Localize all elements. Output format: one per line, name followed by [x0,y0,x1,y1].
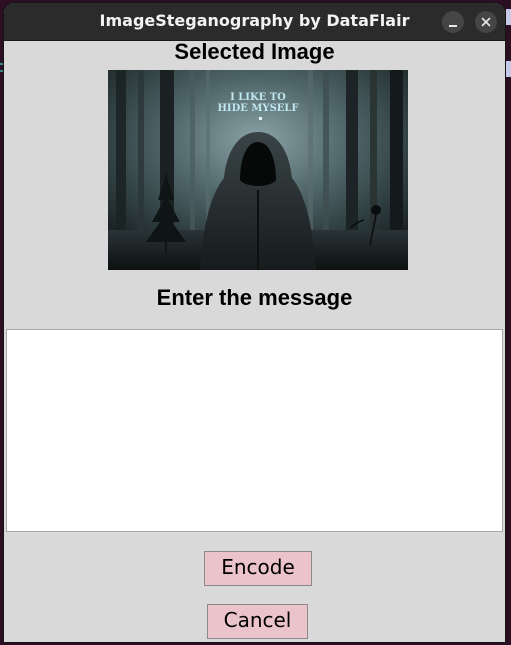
desktop-window-marker [506,9,511,25]
title-bar[interactable]: ImageSteganography by DataFlair [4,3,505,41]
app-window: ImageSteganography by DataFlair Selected… [4,3,505,642]
selected-image: I LIKE TO HIDE MYSELF [108,70,408,270]
encode-button[interactable]: Encode [204,551,312,586]
minimize-icon [449,25,457,27]
hooded-figure-forest-image: I LIKE TO HIDE MYSELF [108,70,408,270]
message-input[interactable] [6,329,503,532]
desktop-background: ImageSteganography by DataFlair Selected… [0,0,511,645]
selected-image-heading: Selected Image [174,39,335,64]
minimize-button[interactable] [442,11,464,33]
close-icon [481,17,491,27]
enter-message-heading: Enter the message [156,285,353,310]
image-caption-line1: I LIKE TO [230,92,286,103]
image-caption-line2: HIDE MYSELF [217,103,298,114]
window-title: ImageSteganography by DataFlair [99,11,410,30]
cancel-button[interactable]: Cancel [207,604,308,639]
desktop-window-marker [506,61,511,77]
close-button[interactable] [475,11,497,33]
